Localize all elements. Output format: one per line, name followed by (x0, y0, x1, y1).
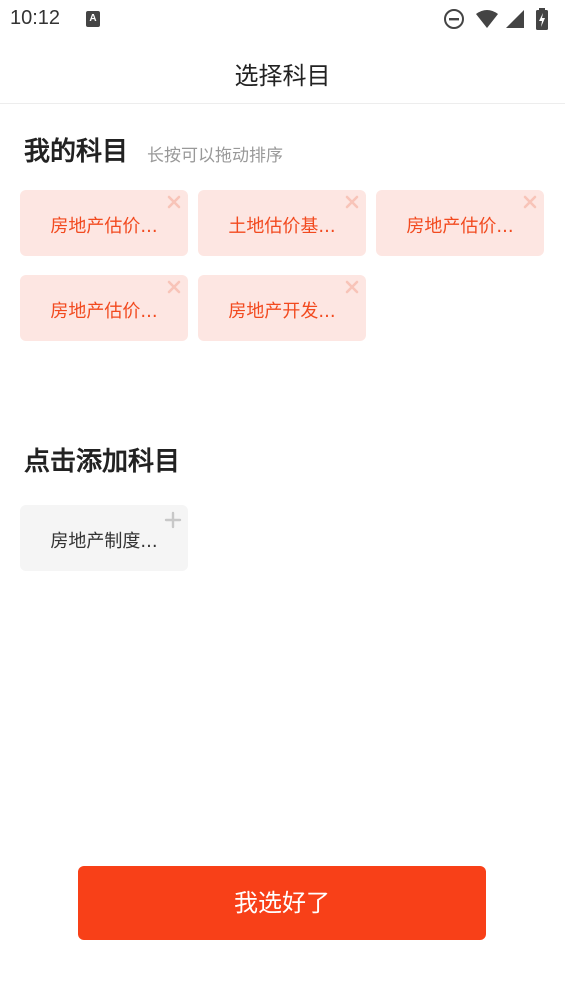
chip-label: 房地产估价... (50, 216, 158, 237)
status-bar: 10:12 A (0, 0, 565, 38)
status-time: 10:12 (10, 7, 61, 29)
wifi-icon (476, 10, 498, 28)
plus-icon[interactable] (164, 511, 182, 529)
chip-label: 房地产估价... (406, 216, 514, 237)
my-subjects-hint: 长按可以拖动排序 (147, 146, 283, 166)
add-subjects-title: 点击添加科目 (24, 447, 181, 477)
header: 选择科目 (0, 38, 565, 104)
a-icon-letter: A (89, 13, 97, 24)
confirm-button[interactable]: 我选好了 (78, 866, 486, 940)
my-subject-chip[interactable]: 房地产开发... (198, 275, 366, 341)
close-icon[interactable] (522, 194, 538, 210)
close-icon[interactable] (344, 194, 360, 210)
my-subject-chip[interactable]: 房地产估价... (376, 190, 544, 256)
close-icon[interactable] (344, 279, 360, 295)
a-icon: A (86, 11, 100, 27)
my-subject-chip[interactable]: 房地产估价... (20, 190, 188, 256)
close-icon[interactable] (166, 194, 182, 210)
available-subject-chip[interactable]: 房地产制度... (20, 505, 188, 571)
my-subject-chip[interactable]: 房地产估价... (20, 275, 188, 341)
signal-icon (506, 10, 524, 28)
chip-label: 土地估价基... (228, 216, 336, 237)
close-icon[interactable] (166, 279, 182, 295)
chip-label: 房地产制度... (50, 531, 158, 552)
chip-label: 房地产估价... (50, 301, 158, 322)
status-icons (443, 8, 555, 30)
my-subject-chip[interactable]: 土地估价基... (198, 190, 366, 256)
page-title: 选择科目 (234, 62, 331, 90)
chip-label: 房地产开发... (228, 301, 336, 322)
do-not-disturb-icon (444, 9, 464, 29)
my-subjects-title: 我的科目 (24, 137, 129, 167)
battery-charging-icon (536, 8, 548, 30)
